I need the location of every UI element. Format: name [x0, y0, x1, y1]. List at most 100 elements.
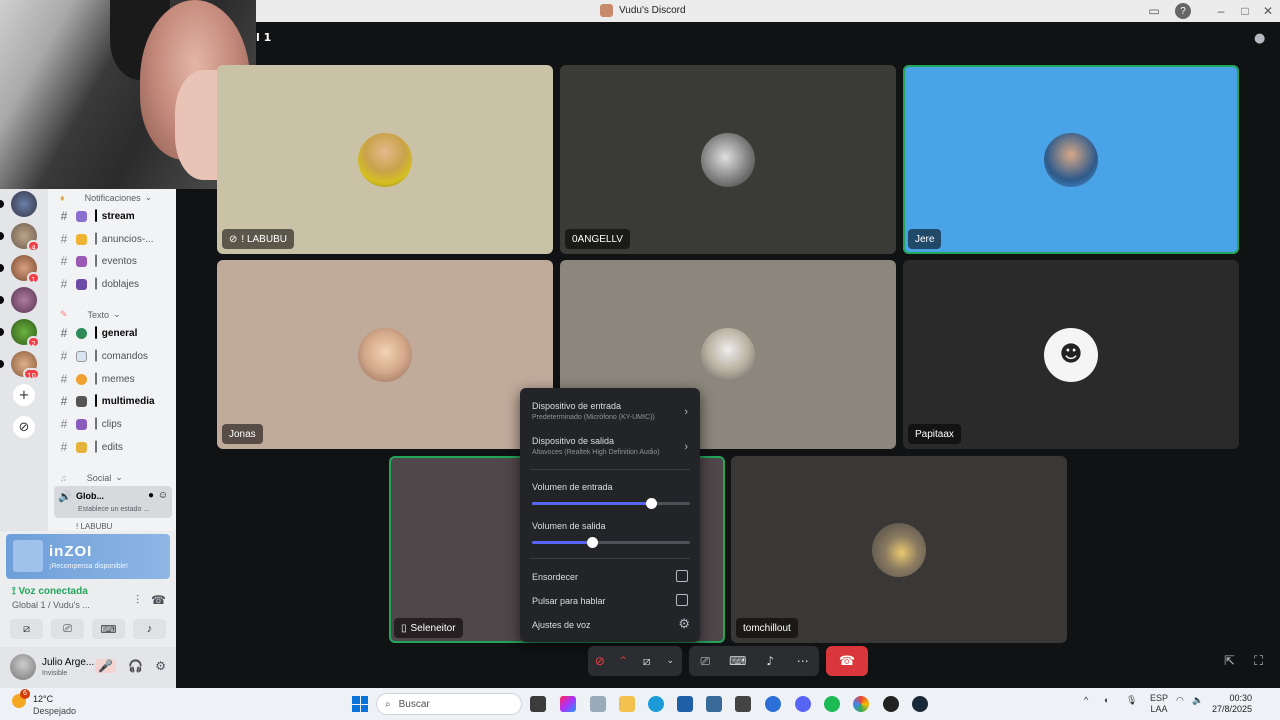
maximize-button[interactable]: □	[1237, 3, 1253, 19]
activity-button[interactable]: ⌨	[92, 619, 125, 639]
chevron-up-icon[interactable]: ^	[612, 656, 634, 666]
gear-icon[interactable]: ⚙	[678, 616, 690, 632]
channel-doblajes[interactable]: # ┃ doblajes	[58, 274, 172, 294]
server-icon[interactable]: 1	[11, 255, 40, 284]
input-device-item[interactable]: Dispositivo de entrada Predeterminado (M…	[532, 401, 655, 421]
noise-suppression-icon[interactable]: ⫶	[136, 593, 139, 608]
chrome-icon[interactable]	[853, 696, 869, 712]
chevron-down-icon[interactable]: ⌄	[659, 656, 681, 666]
tray-app-icon[interactable]: ◐	[1104, 695, 1109, 705]
channel-sidebar: ♦ Notificaciones ⌄ # ┃ stream # ┃ anuncios…	[48, 189, 176, 531]
channel-anuncios[interactable]: # ┃ anuncios-...	[58, 229, 172, 249]
channel-general[interactable]: # ┃ general	[58, 323, 172, 343]
mute-microphone-icon[interactable]: 🎤	[95, 659, 117, 673]
camera-off-button[interactable]: ⧄	[10, 619, 43, 639]
channel-comandos[interactable]: # ┃ comandos	[58, 346, 172, 366]
channel-stream[interactable]: # ┃ stream	[58, 206, 172, 226]
slider-handle[interactable]	[587, 537, 599, 548]
channel-eventos[interactable]: # ┃ eventos	[58, 251, 172, 271]
category-social[interactable]: ♫ Social ⌄	[60, 472, 123, 483]
headphones-icon[interactable]: 🎧	[128, 659, 143, 673]
server-icon[interactable]	[11, 191, 37, 217]
disconnect-button[interactable]: ☎	[826, 646, 868, 676]
discord-icon[interactable]	[795, 696, 811, 712]
app-icon[interactable]	[590, 696, 606, 712]
push-to-talk-checkbox[interactable]	[676, 594, 688, 606]
screen-share-icon[interactable]: ⎚	[694, 654, 716, 669]
store-icon[interactable]	[677, 696, 693, 712]
add-server-icon[interactable]: +	[13, 384, 35, 406]
clock[interactable]: 00:30 27/8/2025	[1210, 693, 1252, 715]
participant-tile[interactable]: Jere	[903, 65, 1239, 254]
spotify-icon[interactable]	[824, 696, 840, 712]
voice-location[interactable]: Global 1 / Vudu's ...	[12, 600, 90, 610]
soundboard-icon[interactable]: ♪	[759, 654, 781, 668]
server-icon[interactable]: 10	[11, 351, 40, 380]
category-notificaciones[interactable]: ♦ Notificaciones ⌄	[60, 192, 152, 203]
gamepad-icon[interactable]: ⌨	[727, 654, 749, 668]
wifi-icon[interactable]: ◠	[1176, 695, 1184, 706]
inbox-icon[interactable]: ▭	[1146, 3, 1162, 19]
steam-icon[interactable]	[912, 696, 928, 712]
server-icon[interactable]: 4	[11, 223, 40, 252]
file-explorer-icon[interactable]	[619, 696, 635, 712]
deafen-checkbox[interactable]	[676, 570, 688, 582]
app-icon[interactable]	[883, 696, 899, 712]
close-button[interactable]: ✕	[1260, 3, 1276, 19]
microphone-icon[interactable]: 🎙	[1126, 695, 1137, 706]
participant-tile[interactable]: Jonas	[217, 260, 553, 449]
participant-tile[interactable]: tomchillout	[731, 456, 1067, 643]
category-texto[interactable]: ✎ Texto ⌄	[60, 309, 121, 320]
more-icon[interactable]: ⋯	[792, 654, 814, 668]
output-device-item[interactable]: Dispositivo de salida Altavoces (Realtek…	[532, 436, 660, 456]
participant-tile[interactable]: ⊘! LABUBU	[217, 65, 553, 254]
disconnect-icon[interactable]: ☎	[151, 593, 166, 608]
screen-share-button[interactable]: ⎚	[51, 619, 84, 639]
channel-edits[interactable]: # ┃ edits	[58, 437, 172, 457]
chat-icon[interactable]: ●	[1254, 31, 1265, 46]
volume-icon[interactable]: 🔈	[1192, 695, 1203, 706]
app-icon[interactable]	[706, 696, 722, 712]
mic-controls: ⊘ ^ ⧄ ⌄	[588, 646, 682, 676]
mic-off-icon[interactable]: ⊘	[589, 654, 611, 668]
server-icon[interactable]	[11, 287, 37, 313]
popout-icon[interactable]: ⇱	[1224, 654, 1235, 669]
hash-icon: #	[60, 417, 68, 431]
edge-icon[interactable]	[648, 696, 664, 712]
gear-icon[interactable]: ⚙	[155, 659, 166, 673]
voice-channel-global[interactable]: 🔊 Glob... Establece un estado ... ● ☺	[54, 486, 172, 518]
participant-tile[interactable]: 0ANGELLV	[560, 65, 896, 254]
unread-pill	[0, 360, 4, 368]
output-volume-slider[interactable]	[532, 537, 690, 548]
app-icon[interactable]	[765, 696, 781, 712]
channel-multimedia[interactable]: # ┃ multimedia	[58, 391, 172, 411]
help-icon[interactable]: ?	[1175, 3, 1191, 19]
copilot-icon[interactable]	[560, 696, 576, 712]
chevron-up-icon[interactable]: ^	[1084, 695, 1088, 705]
start-button[interactable]	[352, 696, 368, 712]
minimize-button[interactable]: –	[1213, 3, 1229, 19]
avatar[interactable]	[10, 654, 36, 680]
channel-emoji-icon	[76, 255, 87, 267]
slider-handle[interactable]	[645, 498, 657, 509]
participant-tile[interactable]: ☻ Papitaax	[903, 260, 1239, 449]
task-view-icon[interactable]	[530, 696, 546, 712]
search-box[interactable]: ⌕ Buscar	[376, 693, 522, 715]
language-indicator[interactable]: ESP LAA	[1150, 693, 1168, 715]
promo-banner[interactable]: inZOI ¡Recompensa disponible!	[6, 534, 170, 579]
voice-settings-item[interactable]: Ajustes de voz	[532, 620, 591, 630]
deafen-label: Ensordecer	[532, 572, 579, 582]
fullscreen-icon[interactable]: ⛶	[1254, 654, 1263, 669]
hash-icon: #	[60, 440, 68, 454]
chat-icon[interactable]: ●	[148, 490, 154, 501]
channel-memes[interactable]: # ┃ memes	[58, 369, 172, 389]
soundboard-button[interactable]: ♪	[133, 619, 166, 639]
discover-icon[interactable]: ⊘	[13, 416, 35, 438]
add-user-icon[interactable]: ☺	[158, 490, 168, 501]
server-icon[interactable]: 2	[11, 319, 40, 348]
app-icon[interactable]	[735, 696, 751, 712]
channel-clips[interactable]: # ┃ clips	[58, 414, 172, 434]
voice-user-labubu[interactable]: ! LABUBU	[76, 522, 112, 531]
camera-off-icon[interactable]: ⧄	[636, 654, 658, 669]
input-volume-slider[interactable]	[532, 498, 690, 509]
